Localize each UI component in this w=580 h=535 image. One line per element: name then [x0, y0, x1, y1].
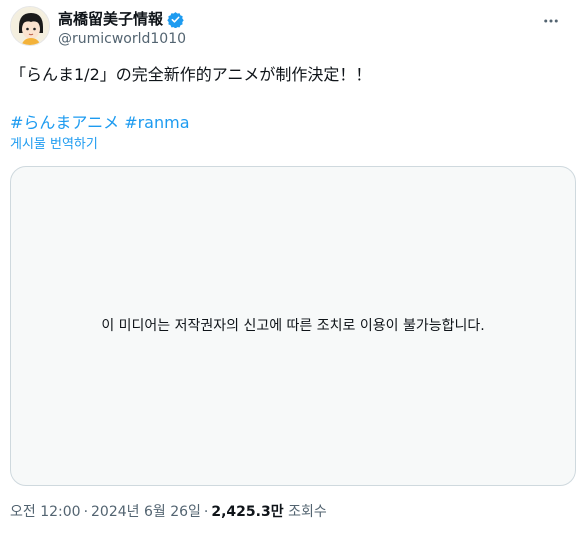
tweet-text: 「らんま1/2」の完全新作的アニメが制作決定！！ — [10, 65, 372, 84]
tweet-header: 高橋留美子情報 @rumicworld1010 — [10, 6, 570, 54]
views-label: 조회수 — [288, 504, 327, 520]
avatar[interactable] — [10, 6, 50, 46]
more-options-button[interactable] — [538, 8, 564, 34]
user-handle[interactable]: @rumicworld1010 — [58, 30, 186, 48]
views-count: 2,425.3만 — [211, 504, 284, 520]
separator-dot: · — [83, 504, 89, 520]
translate-post-link[interactable]: 게시물 번역하기 — [10, 136, 98, 154]
hashtag-link-ranma-anime[interactable]: #らんまアニメ — [10, 113, 119, 132]
hashtag-row: #らんまアニメ #ranma — [10, 112, 190, 134]
post-date[interactable]: 2024년 6월 26일 — [91, 504, 201, 520]
post-time[interactable]: 오전 12:00 — [10, 504, 81, 520]
media-unavailable-notice: 이 미디어는 저작권자의 신고에 따른 조치로 이용이 불가능합니다. — [101, 318, 485, 334]
separator-dot: · — [203, 504, 209, 520]
verified-badge-icon — [167, 11, 184, 28]
anime-character-avatar-icon — [11, 7, 49, 45]
name-row: 高橋留美子情報 — [58, 9, 184, 29]
more-horizontal-icon — [544, 19, 558, 23]
tweet-meta: 오전 12:00 · 2024년 6월 26일 · 2,425.3만 조회수 — [10, 502, 327, 522]
media-unavailable-box: 이 미디어는 저작권자의 신고에 따른 조치로 이용이 불가능합니다. — [10, 166, 576, 486]
display-name[interactable]: 高橋留美子情報 — [58, 9, 163, 29]
hashtag-link-ranma[interactable]: #ranma — [124, 113, 189, 132]
